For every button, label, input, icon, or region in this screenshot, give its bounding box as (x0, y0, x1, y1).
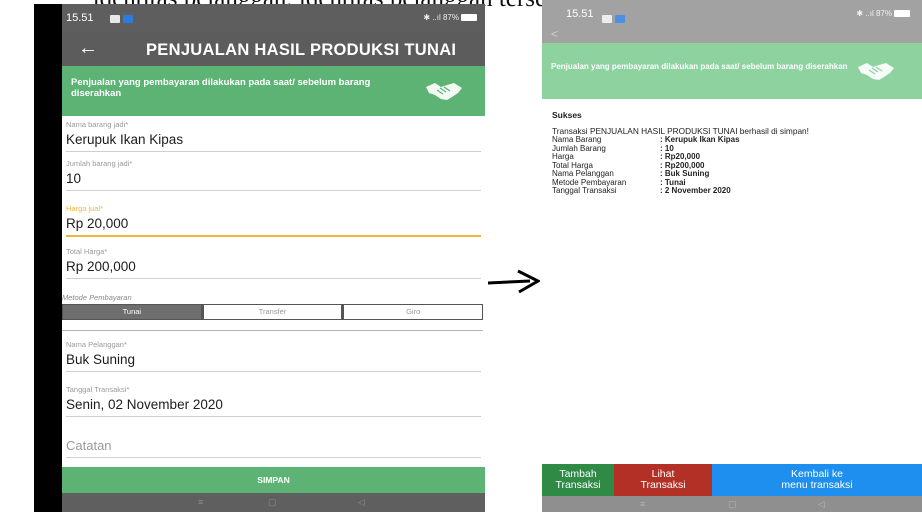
total-harga-input[interactable]: Rp 200,000 (66, 259, 481, 275)
field-underline (66, 457, 481, 458)
tanggal-transaksi-input[interactable]: Senin, 02 November 2020 (66, 397, 481, 413)
detail-row: Nama Barang: Kerupuk Ikan Kipas (552, 135, 916, 145)
nama-barang-label: Nama barang jadi* (66, 120, 129, 129)
handshake-icon (858, 63, 894, 80)
battery-percent: 87% (875, 9, 892, 18)
button-label-line2: Transaksi (640, 479, 686, 491)
system-indicators: ✱ ..ıl 87% (856, 9, 910, 18)
jumlah-barang-field[interactable]: Jumlah barang jadi* 10 (66, 159, 481, 191)
harga-jual-label: Harga jual* (66, 204, 104, 213)
android-nav-bar: ≡ ▢ ◁ (62, 493, 485, 512)
detail-row: Harga: Rp20,000 (552, 152, 916, 162)
field-underline (66, 151, 481, 152)
detail-row: Jumlah Barang: 10 (552, 144, 916, 154)
battery-icon (894, 10, 910, 18)
menu-icon[interactable]: ≡ (198, 497, 203, 507)
home-icon[interactable]: ▢ (268, 497, 277, 507)
banner-text: Penjualan yang pembayaran dilakukan pada… (551, 62, 848, 71)
info-banner: Penjualan yang pembayaran dilakukan pada… (62, 66, 485, 116)
total-harga-label: Total Harga* (66, 247, 108, 256)
handshake-icon (426, 83, 462, 100)
notification-icons (602, 10, 628, 28)
field-underline (66, 278, 481, 279)
field-underline-focused (66, 235, 481, 237)
harga-jual-field[interactable]: Harga jual* Rp 20,000 (66, 204, 481, 237)
field-underline (66, 371, 481, 372)
nama-barang-field[interactable]: Nama barang jadi* Kerupuk Ikan Kipas (66, 120, 481, 152)
simpan-button[interactable]: SIMPAN (62, 467, 485, 493)
nama-barang-input[interactable]: Kerupuk Ikan Kipas (66, 132, 481, 148)
lihat-transaksi-button[interactable]: Lihat Transaksi (614, 464, 712, 496)
tambah-transaksi-button[interactable]: Tambah Transaksi (542, 464, 614, 496)
payment-option-tunai[interactable]: Tunai (63, 305, 201, 319)
nama-pelanggan-field[interactable]: Nama Pelanggan* Buk Suning (66, 340, 481, 372)
arrow-left-icon[interactable]: ← (78, 37, 98, 59)
total-harga-field[interactable]: Total Harga* Rp 200,000 (66, 247, 481, 279)
nama-pelanggan-label: Nama Pelanggan* (66, 340, 127, 349)
catatan-field[interactable]: Catatan (66, 438, 481, 458)
button-label-line2: menu transaksi (781, 479, 853, 491)
field-underline (66, 416, 481, 417)
banner-text: Penjualan yang pembayaran dilakukan pada… (71, 77, 371, 99)
nama-pelanggan-input[interactable]: Buk Suning (66, 352, 481, 368)
payment-option-giro[interactable]: Giro (341, 305, 483, 319)
info-banner: Penjualan yang pembayaran dilakukan pada… (542, 43, 922, 99)
app-notification-icon (123, 15, 133, 23)
page-title: PENJUALAN HASIL PRODUKSI TUNAI (146, 41, 457, 59)
jumlah-barang-label: Jumlah barang jadi* (66, 159, 133, 168)
home-icon[interactable]: ▢ (728, 499, 737, 509)
jumlah-barang-input[interactable]: 10 (66, 171, 481, 187)
field-underline (66, 190, 481, 191)
right-phone-screen: 15.51 ✱ ..ıl 87% < Penjualan yang pembay… (542, 0, 922, 512)
android-nav-bar: ≡ ▢ ◁ (542, 496, 922, 512)
message-icon (110, 15, 120, 23)
detail-row: Tanggal Transaksi : 2 November 2020 (552, 186, 916, 196)
payment-option-transfer[interactable]: Transfer (200, 305, 342, 319)
message-icon (602, 15, 612, 23)
app-notification-icon (615, 15, 625, 23)
back-icon[interactable]: ◁ (358, 497, 365, 507)
divider (62, 330, 483, 331)
status-time: 15.51 (566, 8, 594, 20)
tanggal-transaksi-label: Tanggal Transaksi* (66, 385, 130, 394)
battery-icon (461, 14, 477, 22)
metode-pembayaran-label: Metode Pembayaran (62, 293, 132, 302)
back-icon[interactable]: ◁ (818, 499, 825, 509)
button-label-line2: Transaksi (555, 479, 601, 491)
dimmed-header: 15.51 ✱ ..ıl 87% < (542, 0, 922, 43)
left-app-screen: 15.51 ✱ ..ıl 87% ← PENJUALAN HASIL PRODU… (62, 4, 485, 512)
arrow-left-icon: < (551, 27, 559, 41)
catatan-input[interactable]: Catatan (66, 438, 481, 454)
battery-percent: 87% (442, 13, 459, 22)
kembali-menu-button[interactable]: Kembali ke menu transaksi (712, 464, 922, 496)
tanggal-transaksi-field[interactable]: Tanggal Transaksi* Senin, 02 November 20… (66, 385, 481, 417)
status-time: 15.51 (66, 12, 94, 24)
action-buttons: Tambah Transaksi Lihat Transaksi Kembali… (542, 464, 922, 496)
success-dialog: Sukses Transaksi PENJUALAN HASIL PRODUKS… (552, 107, 916, 196)
harga-jual-input[interactable]: Rp 20,000 (66, 216, 481, 232)
dialog-title: Sukses (552, 110, 582, 120)
status-bar: 15.51 ✱ ..ıl 87% (62, 4, 485, 32)
left-phone-screen: 15.51 ✱ ..ıl 87% ← PENJUALAN HASIL PRODU… (34, 4, 485, 512)
app-bar: ← PENJUALAN HASIL PRODUKSI TUNAI (62, 32, 485, 66)
payment-method-selector: Tunai Transfer Giro (62, 304, 483, 320)
detail-key: Tanggal Transaksi (552, 186, 617, 195)
transition-arrow-icon (488, 269, 540, 294)
detail-value: : 2 November 2020 (660, 186, 731, 195)
notification-icons (110, 14, 136, 26)
system-indicators: ✱ ..ıl 87% (423, 13, 477, 22)
menu-icon[interactable]: ≡ (640, 499, 645, 509)
